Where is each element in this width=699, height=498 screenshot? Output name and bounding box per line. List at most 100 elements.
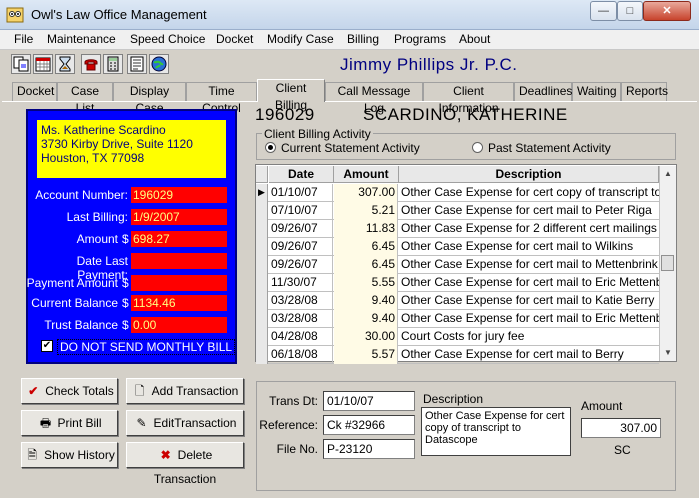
no-monthly-bill-label[interactable]: DO NOT SEND MONTHLY BILL [57,339,236,355]
cell-description[interactable]: Other Case Expense for cert copy of tran… [399,184,659,202]
cell-date[interactable]: 11/30/07 [269,274,333,292]
cell-description[interactable]: Other Case Expense for cert mail to Mett… [399,256,659,274]
phone-icon[interactable] [81,54,101,74]
cell-date[interactable]: 09/26/07 [269,220,333,238]
cell-description[interactable]: Other Case Expense for cert mail to Eric… [399,274,659,292]
minimize-button[interactable]: — [590,1,617,21]
cell-date[interactable]: 01/10/07 [269,184,333,202]
row-indicator[interactable] [256,292,268,310]
edit-transaction-button[interactable]: ✎ EditTransaction [126,410,244,436]
past-statement-radio[interactable] [472,142,483,153]
current-statement-label[interactable]: Current Statement Activity [281,141,420,155]
row-indicator[interactable] [256,256,268,274]
table-row[interactable]: 09/26/07 11.83 Other Case Expense for 2 di… [256,220,659,238]
table-row[interactable]: 04/28/08 30.00 Court Costs for jury fee [256,328,659,346]
menu-programs[interactable]: Programs [394,32,446,46]
menu-docket[interactable]: Docket [216,32,253,46]
tab-docket[interactable]: Docket [12,82,57,101]
cell-amount[interactable]: 6.45 [334,256,398,274]
scroll-thumb[interactable] [661,255,674,271]
cell-description[interactable]: Other Case Expense for cert mail to Kati… [399,292,659,310]
reference-field[interactable]: Ck #32966 [323,415,415,435]
file-no-field[interactable]: P-23120 [323,439,415,459]
trans-date-field[interactable]: 01/10/07 [323,391,415,411]
maximize-button[interactable]: □ [617,1,643,21]
cell-date[interactable]: 04/28/08 [269,328,333,346]
row-indicator[interactable] [256,310,268,328]
table-row[interactable]: 07/10/07 5.21 Other Case Expense for cert … [256,202,659,220]
calculator-icon[interactable] [103,54,123,74]
column-header-amount[interactable]: Amount [334,166,399,183]
column-header-date[interactable]: Date [269,166,334,183]
cell-description[interactable]: Other Case Expense for 2 different cert … [399,220,659,238]
row-indicator[interactable] [256,202,268,220]
cell-amount[interactable]: 5.57 [334,346,398,364]
tab-reports[interactable]: Reports [621,82,668,101]
cell-description[interactable]: Other Case Expense for cert mail to Berr… [399,346,659,364]
cell-amount[interactable]: 307.00 [334,184,398,202]
cell-date[interactable]: 07/10/07 [269,202,333,220]
row-indicator[interactable] [256,274,268,292]
tab-display-case[interactable]: Display Case [113,82,186,115]
calendar-icon[interactable] [33,54,53,74]
cell-description[interactable]: Other Case Expense for cert mail to Eric… [399,310,659,328]
table-row[interactable]: 11/30/07 5.55 Other Case Expense for cert … [256,274,659,292]
cell-amount[interactable]: 9.40 [334,292,398,310]
cell-amount[interactable]: 30.00 [334,328,398,346]
close-button[interactable]: ✕ [643,1,691,21]
menu-billing[interactable]: Billing [347,32,379,46]
tab-time-control[interactable]: Time Control [186,82,257,115]
tab-waiting[interactable]: Waiting [572,82,621,101]
tab-call-message-log[interactable]: Call Message Log [325,82,423,115]
description-field[interactable]: Other Case Expense for cert copy of tran… [421,407,571,456]
scroll-down-arrow-icon[interactable]: ▼ [660,345,676,361]
row-indicator[interactable] [256,220,268,238]
table-row[interactable]: ▶ 01/10/07 307.00 Other Case Expense for ce… [256,184,659,202]
cell-amount[interactable]: 5.55 [334,274,398,292]
menu-speed-choice[interactable]: Speed Choice [130,32,205,46]
cell-amount[interactable]: 5.21 [334,202,398,220]
cell-date[interactable]: 09/26/07 [269,256,333,274]
table-row[interactable]: 06/18/08 5.57 Other Case Expense for cert … [256,346,659,364]
show-history-button[interactable]: 🗎 Show History [21,442,118,468]
globe-icon[interactable] [149,54,169,74]
cell-date[interactable]: 03/28/08 [269,292,333,310]
print-bill-button[interactable]: 🖶 Print Bill [21,410,118,436]
page-icon[interactable] [127,54,147,74]
column-header-description[interactable]: Description [399,166,659,183]
row-indicator[interactable]: ▶ [256,184,268,202]
add-transaction-button[interactable]: 🗋 Add Transaction [126,378,244,404]
scroll-up-arrow-icon[interactable]: ▲ [660,166,676,182]
cell-amount[interactable]: 9.40 [334,310,398,328]
tab-deadlines[interactable]: Deadlines [514,82,572,101]
hourglass-icon[interactable] [55,54,75,74]
cell-description[interactable]: Court Costs for jury fee [399,328,659,346]
cell-description[interactable]: Other Case Expense for cert mail to Wilk… [399,238,659,256]
no-monthly-bill-checkbox[interactable]: ✔ [41,340,53,352]
delete-transaction-button[interactable]: ✖ Delete Transaction [126,442,244,486]
table-row[interactable]: 03/28/08 9.40 Other Case Expense for cert … [256,292,659,310]
copy-icon[interactable] [11,54,31,74]
cell-description[interactable]: Other Case Expense for cert mail to Pete… [399,202,659,220]
cell-amount[interactable]: 11.83 [334,220,398,238]
trans-amount-field[interactable]: 307.00 [581,418,661,438]
tab-client-billing[interactable]: Client Billing [257,79,325,112]
table-row[interactable]: 03/28/08 9.40 Other Case Expense for cert … [256,310,659,328]
tab-client-information[interactable]: Client Information [423,82,514,115]
menu-modify-case[interactable]: Modify Case [267,32,334,46]
row-indicator[interactable] [256,328,268,346]
check-totals-button[interactable]: ✔ Check Totals [21,378,118,404]
row-indicator[interactable] [256,346,268,364]
menu-file[interactable]: File [14,32,33,46]
past-statement-label[interactable]: Past Statement Activity [488,141,611,155]
cell-date[interactable]: 03/28/08 [269,310,333,328]
cell-date[interactable]: 09/26/07 [269,238,333,256]
table-row[interactable]: 09/26/07 6.45 Other Case Expense for cert … [256,256,659,274]
menu-maintenance[interactable]: Maintenance [47,32,116,46]
cell-amount[interactable]: 6.45 [334,238,398,256]
tab-case-list[interactable]: Case List [57,82,113,115]
current-statement-radio[interactable] [265,142,276,153]
cell-date[interactable]: 06/18/08 [269,346,333,364]
table-row[interactable]: 09/26/07 6.45 Other Case Expense for cert … [256,238,659,256]
menu-about[interactable]: About [459,32,490,46]
